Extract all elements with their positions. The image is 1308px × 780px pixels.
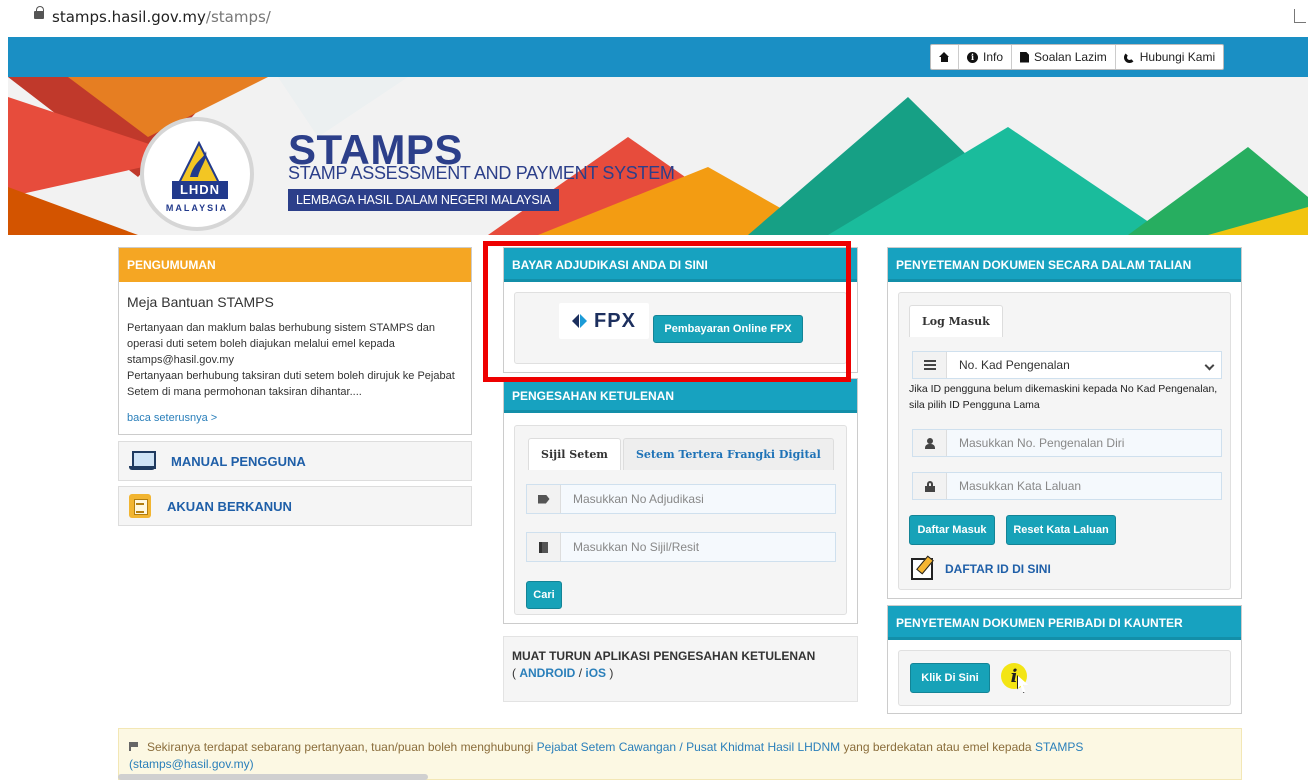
verification-well: Sijil Setem Setem Tertera Frangki Digita… [514,425,847,615]
manual-button[interactable]: MANUAL PENGGUNA [118,441,472,481]
counter-well: Klik Di Sini i [898,650,1231,706]
fpx-pay-button[interactable]: Pembayaran Online FPX [653,315,803,343]
info-link[interactable]: i Info [959,45,1013,69]
login-button[interactable]: Daftar Masuk [909,515,995,545]
lock-icon [34,6,44,19]
register-link[interactable]: DAFTAR ID DI SINI [911,558,1051,580]
fpx-mark-icon [572,314,588,328]
org-name: LEMBAGA HASIL DALAM NEGERI MALAYSIA [288,189,559,211]
edit-icon [911,558,933,580]
notice-bar: Sekiranya terdapat sebarang pertanyaan, … [118,728,1242,780]
payment-header: BAYAR ADJUDIKASI ANDA DI SINI [504,248,857,282]
announcement-header: PENGUMUMAN [119,248,471,282]
office-link[interactable]: Pejabat Setem Cawangan / Pusat Khidmat H… [537,740,840,754]
password-input[interactable]: Masukkan Kata Laluan [912,472,1222,500]
reset-password-button[interactable]: Reset Kata Laluan [1006,515,1116,545]
contact-link[interactable]: Hubungi Kami [1116,45,1223,69]
verification-panel: PENGESAHAN KETULENAN Sijil Setem Setem T… [503,378,858,624]
top-nav: i Info Soalan Lazim Hubungi Kami [930,44,1225,70]
app-links: ( ANDROID / iOS ) [512,666,614,680]
laptop-icon [129,451,156,471]
home-button[interactable] [931,45,959,69]
fpx-logo: FPX [559,303,649,339]
id-hint: Jika ID pengguna belum dikemaskini kepad… [909,383,1218,411]
lhdn-logo: LHDN MALAYSIA [140,117,254,231]
app-download-box: MUAT TURUN APLIKASI PENGESAHAN KETULENAN… [503,636,858,702]
flag-icon [129,742,138,751]
announcement-body-2: Pertanyaan berhubung taksiran duti setem… [127,370,455,398]
stamps-link[interactable]: STAMPS [1035,740,1083,754]
login-well: Log Masuk No. Kad Pengenalan Jika ID pen… [898,292,1231,590]
adjudikasi-input[interactable]: Masukkan No Adjudikasi [526,484,836,514]
info-icon: i [967,51,978,63]
search-button[interactable]: Cari [526,581,562,609]
top-bar: i Info Soalan Lazim Hubungi Kami [8,37,1308,77]
email-link[interactable]: (stamps@hasil.gov.my) [129,757,254,771]
akuan-button[interactable]: AKUAN BERKANUN [118,486,472,526]
tab-log-masuk[interactable]: Log Masuk [909,305,1003,337]
counter-button[interactable]: Klik Di Sini [910,663,990,693]
horizontal-scrollbar[interactable] [118,774,428,780]
phone-icon [1123,51,1135,63]
tag-icon [537,494,550,504]
id-type-select[interactable]: No. Kad Pengenalan [912,351,1222,379]
lock-icon [924,480,935,492]
counter-panel: PENYETEMAN DOKUMEN PERIBADI DI KAUNTER K… [887,605,1242,714]
book-icon [539,541,548,553]
login-tabs: Log Masuk [909,305,1005,337]
android-link[interactable]: ANDROID [519,666,575,680]
home-icon [939,52,950,62]
user-icon [924,437,935,449]
login-panel: PENYETEMAN DOKUMEN SECARA DALAM TALIAN L… [887,247,1242,599]
list-icon [923,360,936,370]
counter-header: PENYETEMAN DOKUMEN PERIBADI DI KAUNTER [888,606,1241,640]
verification-header: PENGESAHAN KETULENAN [504,379,857,413]
verification-tabs: Sijil Setem Setem Tertera Frangki Digita… [528,438,836,470]
announcement-panel: PENGUMUMAN Meja Bantuan STAMPS Pertanyaa… [118,247,472,435]
announcement-title: Meja Bantuan STAMPS [127,294,274,310]
faq-link[interactable]: Soalan Lazim [1012,45,1116,69]
ios-link[interactable]: iOS [585,666,606,680]
payment-panel: BAYAR ADJUDIKASI ANDA DI SINI FPX Pembay… [503,247,858,373]
id-input[interactable]: Masukkan No. Pengenalan Diri [912,429,1222,457]
payment-well: FPX Pembayaran Online FPX [514,292,847,364]
sijil-input[interactable]: Masukkan No Sijil/Resit [526,532,836,562]
share-icon[interactable] [1294,9,1306,23]
read-more-link[interactable]: baca seterusnya > [127,412,463,424]
url-text[interactable]: stamps.hasil.gov.my/stamps/ [52,8,271,26]
tab-sijil-setem[interactable]: Sijil Setem [528,438,621,470]
info-icon: i [1001,663,1027,689]
announcement-body-1: Pertanyaan dan maklum balas berhubung si… [127,322,435,366]
browser-address-bar[interactable]: stamps.hasil.gov.my/stamps/ [0,0,1308,36]
login-header: PENYETEMAN DOKUMEN SECARA DALAM TALIAN [888,248,1241,282]
site-subtitle: STAMP ASSESSMENT AND PAYMENT SYSTEM [288,163,675,183]
notepad-icon [129,494,151,518]
tab-frangki-digital[interactable]: Setem Tertera Frangki Digital [622,438,834,470]
banner: LHDN MALAYSIA STAMPS STAMP ASSESSMENT AN… [8,77,1308,235]
document-icon [1020,51,1030,63]
info-help-button[interactable]: i [1001,663,1027,689]
app-download-title: MUAT TURUN APLIKASI PENGESAHAN KETULENAN [512,649,816,663]
